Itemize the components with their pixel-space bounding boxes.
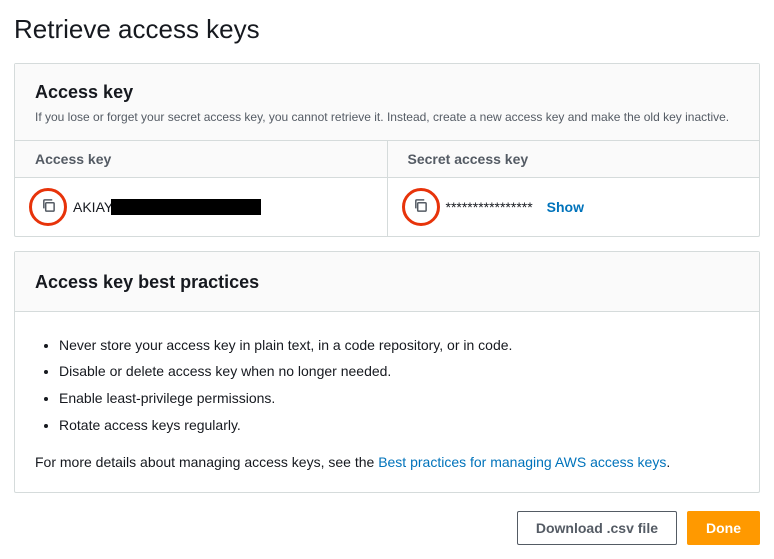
access-key-value: AKIAY	[73, 199, 261, 215]
access-key-prefix: AKIAY	[73, 199, 113, 215]
access-key-note: If you lose or forget your secret access…	[35, 109, 739, 126]
secret-key-value-cell: **************** Show	[388, 178, 760, 236]
best-practices-title: Access key best practices	[35, 272, 739, 293]
access-key-panel: Access key If you lose or forget your se…	[14, 63, 760, 237]
access-key-column-label: Access key	[15, 141, 387, 178]
secret-key-column-label: Secret access key	[388, 141, 760, 178]
best-practices-more: For more details about managing access k…	[35, 454, 739, 470]
access-key-header: Access key If you lose or forget your se…	[15, 64, 759, 141]
secret-key-masked: ****************	[446, 199, 533, 215]
best-practices-list: Never store your access key in plain tex…	[35, 332, 739, 438]
best-practices-body: Never store your access key in plain tex…	[15, 312, 759, 492]
access-key-title: Access key	[35, 82, 739, 103]
copy-icon	[413, 198, 428, 216]
list-item: Never store your access key in plain tex…	[59, 332, 739, 359]
best-practices-panel: Access key best practices Never store yo…	[14, 251, 760, 493]
copy-secret-key-button[interactable]	[410, 196, 432, 218]
show-secret-link[interactable]: Show	[547, 199, 584, 215]
list-item: Rotate access keys regularly.	[59, 412, 739, 439]
list-item: Disable or delete access key when no lon…	[59, 358, 739, 385]
footer-actions: Download .csv file Done	[14, 511, 760, 545]
done-button[interactable]: Done	[687, 511, 760, 545]
copy-access-key-button[interactable]	[37, 196, 59, 218]
download-csv-button[interactable]: Download .csv file	[517, 511, 677, 545]
list-item: Enable least-privilege permissions.	[59, 385, 739, 412]
copy-icon	[41, 198, 56, 216]
access-key-value-cell: AKIAY	[15, 178, 387, 236]
more-text-prefix: For more details about managing access k…	[35, 454, 378, 470]
best-practices-header: Access key best practices	[15, 252, 759, 312]
key-columns: Access key AKIAY	[15, 141, 759, 236]
page-title: Retrieve access keys	[14, 14, 760, 45]
redacted-block	[111, 199, 261, 215]
more-text-suffix: .	[666, 454, 670, 470]
best-practices-link[interactable]: Best practices for managing AWS access k…	[378, 454, 666, 470]
